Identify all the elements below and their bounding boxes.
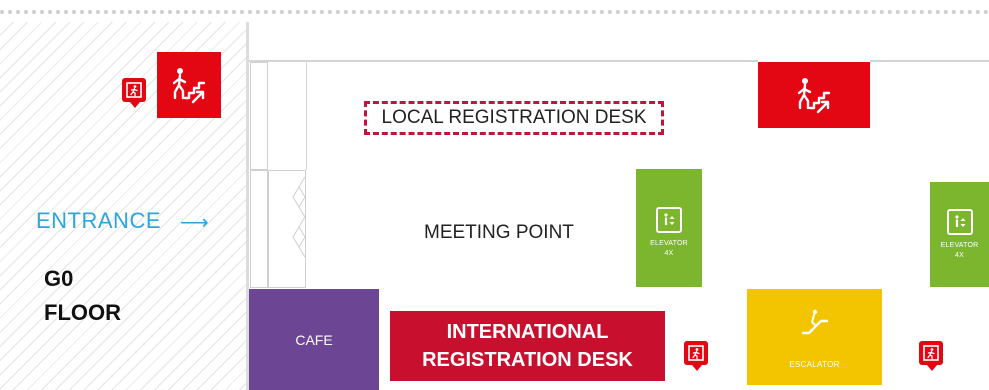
stairs-up-tile (157, 52, 221, 118)
elevator-label-line1: ELEVATOR (940, 242, 979, 249)
elevator-icon (656, 207, 682, 233)
cafe-label: CAFE (295, 331, 333, 348)
emergency-exit-icon (126, 82, 142, 98)
floor-label-line2: FLOOR (44, 300, 121, 325)
escalator-icon (800, 307, 830, 342)
interior-wall (249, 60, 758, 62)
stairs-up-tile (758, 62, 870, 128)
wall-pillar (250, 62, 268, 170)
revolving-doors-icon (292, 176, 306, 258)
escalator-block: ESCALATOR (747, 289, 882, 385)
floor-label: G0 FLOOR (44, 262, 121, 330)
entrance-arrow-icon: ⟶ (180, 212, 209, 234)
elevator-block: ELEVATOR 4X (930, 182, 989, 287)
entrance-label: ENTRANCE (36, 208, 162, 233)
elevator-label-line1: ELEVATOR (650, 240, 688, 247)
floor-map: ENTRANCE ⟶ G0 FLOOR LOCAL REGISTRATION D… (0, 0, 989, 390)
elevator-label: ELEVATOR 4X (941, 241, 979, 261)
emergency-exit-icon (923, 345, 939, 361)
wall-pillar (250, 170, 268, 288)
intl-desk-label-line1: INTERNATIONAL (446, 321, 609, 343)
entrance-doors (268, 170, 306, 288)
emergency-exit-marker (919, 341, 943, 371)
interior-wall (870, 60, 989, 62)
floor-label-line1: G0 (44, 266, 74, 291)
emergency-exit-icon (688, 345, 704, 361)
local-registration-desk: LOCAL REGISTRATION DESK (364, 101, 664, 135)
international-registration-desk: INTERNATIONAL REGISTRATION DESK (390, 311, 665, 381)
interior-wall (306, 62, 307, 170)
meeting-point-label: MEETING POINT (424, 222, 574, 243)
elevator-label: ELEVATOR 4X (650, 239, 688, 259)
escalator-label: ESCALATOR (789, 360, 840, 369)
top-boundary-dashed (0, 10, 989, 14)
elevator-label-line2: 4X (955, 252, 964, 259)
local-registration-desk-label: LOCAL REGISTRATION DESK (381, 107, 647, 128)
elevator-icon (946, 209, 973, 235)
elevator-block: ELEVATOR 4X (636, 169, 702, 287)
emergency-exit-marker (122, 78, 146, 108)
emergency-exit-marker (684, 341, 708, 371)
cafe-block: CAFE (249, 289, 379, 390)
stairs-up-icon (172, 68, 206, 104)
stairs-up-icon (797, 78, 831, 114)
intl-desk-label-line2: REGISTRATION DESK (422, 349, 633, 371)
elevator-label-line2: 4X (664, 250, 674, 257)
